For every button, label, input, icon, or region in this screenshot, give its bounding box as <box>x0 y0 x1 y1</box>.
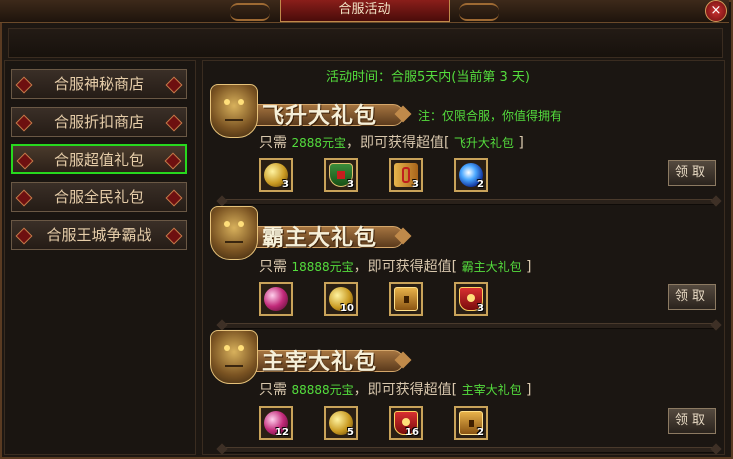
desc-middle: ，即可获得超值 <box>353 382 452 398</box>
item-count: 10 <box>340 303 354 314</box>
divider <box>222 447 716 453</box>
bracket-close: ] <box>526 259 532 275</box>
header-band <box>8 28 723 58</box>
pack-name-link: 主宰大礼包 <box>461 383 522 397</box>
gem-icon <box>16 152 34 170</box>
sidebar: 合服神秘商店 合服折扣商店 合服超值礼包 合服全民礼包 合服王城争霸战 <box>4 60 196 455</box>
title-ornament-right <box>459 3 499 21</box>
reward-item[interactable]: 10 <box>324 282 358 316</box>
bracket-open: [ <box>444 135 450 151</box>
pack-note: 注：仅限合服，你值得拥有 <box>418 109 563 123</box>
reward-item[interactable]: 3 <box>454 282 488 316</box>
divider <box>222 323 716 329</box>
item-count: 3 <box>282 179 289 190</box>
gem-icon <box>165 189 183 207</box>
pack-price: 88888元宝 <box>291 383 354 397</box>
claim-button[interactable]: 领取 <box>668 284 716 310</box>
reward-item[interactable]: 2 <box>454 158 488 192</box>
sidebar-item-label: 合服超值礼包 <box>53 151 144 169</box>
desc-prefix: 只需 <box>259 135 287 151</box>
pack-price: 2888元宝 <box>291 136 346 150</box>
gem-icon <box>165 114 183 132</box>
gem-icon <box>15 114 33 132</box>
purple-orb-icon <box>264 287 288 311</box>
item-count: 2 <box>477 427 484 438</box>
gem-icon <box>165 76 183 94</box>
sidebar-item-discount-shop[interactable]: 合服折扣商店 <box>11 107 187 137</box>
bracket-open: [ <box>451 382 458 398</box>
sidebar-item-label: 合服折扣商店 <box>53 113 144 131</box>
pack-banner: 霸主大礼包 <box>210 206 410 260</box>
gem-icon <box>15 189 33 207</box>
treasure-chest-icon <box>394 287 418 311</box>
sidebar-item-label: 合服王城争霸战 <box>46 226 152 244</box>
reward-item[interactable]: 3 <box>324 158 358 192</box>
pack-title: 飞升大礼包 <box>262 103 378 129</box>
reward-item[interactable]: 3 <box>389 158 423 192</box>
pack-banner: 主宰大礼包 <box>210 330 410 384</box>
gem-icon <box>15 227 33 245</box>
item-count: 12 <box>275 427 289 438</box>
lion-emblem-icon <box>210 206 258 260</box>
desc-middle: ，即可获得超值 <box>346 135 444 151</box>
lion-emblem-icon <box>210 330 258 384</box>
reward-item[interactable] <box>259 282 293 316</box>
sidebar-item-public-packs[interactable]: 合服全民礼包 <box>11 182 187 212</box>
pack-title: 霸主大礼包 <box>262 225 378 251</box>
divider <box>222 199 716 205</box>
desc-prefix: 只需 <box>259 382 287 398</box>
sidebar-item-castle-war[interactable]: 合服王城争霸战 <box>11 220 187 250</box>
claim-button[interactable]: 领取 <box>668 408 716 434</box>
pack-banner: 飞升大礼包 <box>210 84 410 138</box>
sidebar-item-value-packs[interactable]: 合服超值礼包 <box>11 144 187 174</box>
pack-description: 只需 18888元宝，即可获得超值[ 霸主大礼包 ] <box>259 256 532 276</box>
close-button[interactable]: × <box>705 0 727 22</box>
title-bar: 合服活动 × <box>0 0 729 23</box>
lion-emblem-icon <box>210 84 258 138</box>
sidebar-item-label: 合服全民礼包 <box>53 188 144 206</box>
item-count: 3 <box>347 179 354 190</box>
title-ornament-left <box>230 3 270 21</box>
pack-description: 只需 2888元宝，即可获得超值[ 飞升大礼包 ] <box>259 132 524 152</box>
bracket-close: ] <box>518 135 524 151</box>
item-count: 5 <box>347 427 354 438</box>
pack-title: 主宰大礼包 <box>262 349 378 375</box>
reward-item[interactable]: 2 <box>454 406 488 440</box>
reward-item[interactable]: 3 <box>259 158 293 192</box>
pack-price: 18888元宝 <box>291 260 354 274</box>
desc-prefix: 只需 <box>259 259 287 275</box>
gem-icon <box>15 76 33 94</box>
item-count: 3 <box>412 179 419 190</box>
window-title: 合服活动 <box>279 0 450 22</box>
pack-name-link: 霸主大礼包 <box>461 260 522 274</box>
bracket-close: ] <box>526 382 532 398</box>
bracket-open: [ <box>451 259 458 275</box>
reward-item[interactable]: 5 <box>324 406 358 440</box>
sidebar-item-mystery-shop[interactable]: 合服神秘商店 <box>11 69 187 99</box>
pack-description: 只需 88888元宝，即可获得超值[ 主宰大礼包 ] <box>259 379 532 399</box>
gem-icon <box>165 227 183 245</box>
desc-middle: ，即可获得超值 <box>353 259 452 275</box>
pack-name-link: 飞升大礼包 <box>453 136 514 150</box>
claim-button[interactable]: 领取 <box>668 160 716 186</box>
item-count: 16 <box>405 427 419 438</box>
gem-icon <box>164 152 182 170</box>
reward-item[interactable] <box>389 282 423 316</box>
reward-item[interactable]: 16 <box>389 406 423 440</box>
activity-time: 活动时间：合服5天内(当前第 3 天) <box>326 70 530 85</box>
sidebar-item-label: 合服神秘商店 <box>53 75 144 93</box>
reward-item[interactable]: 12 <box>259 406 293 440</box>
item-count: 3 <box>477 303 484 314</box>
item-count: 2 <box>477 179 484 190</box>
